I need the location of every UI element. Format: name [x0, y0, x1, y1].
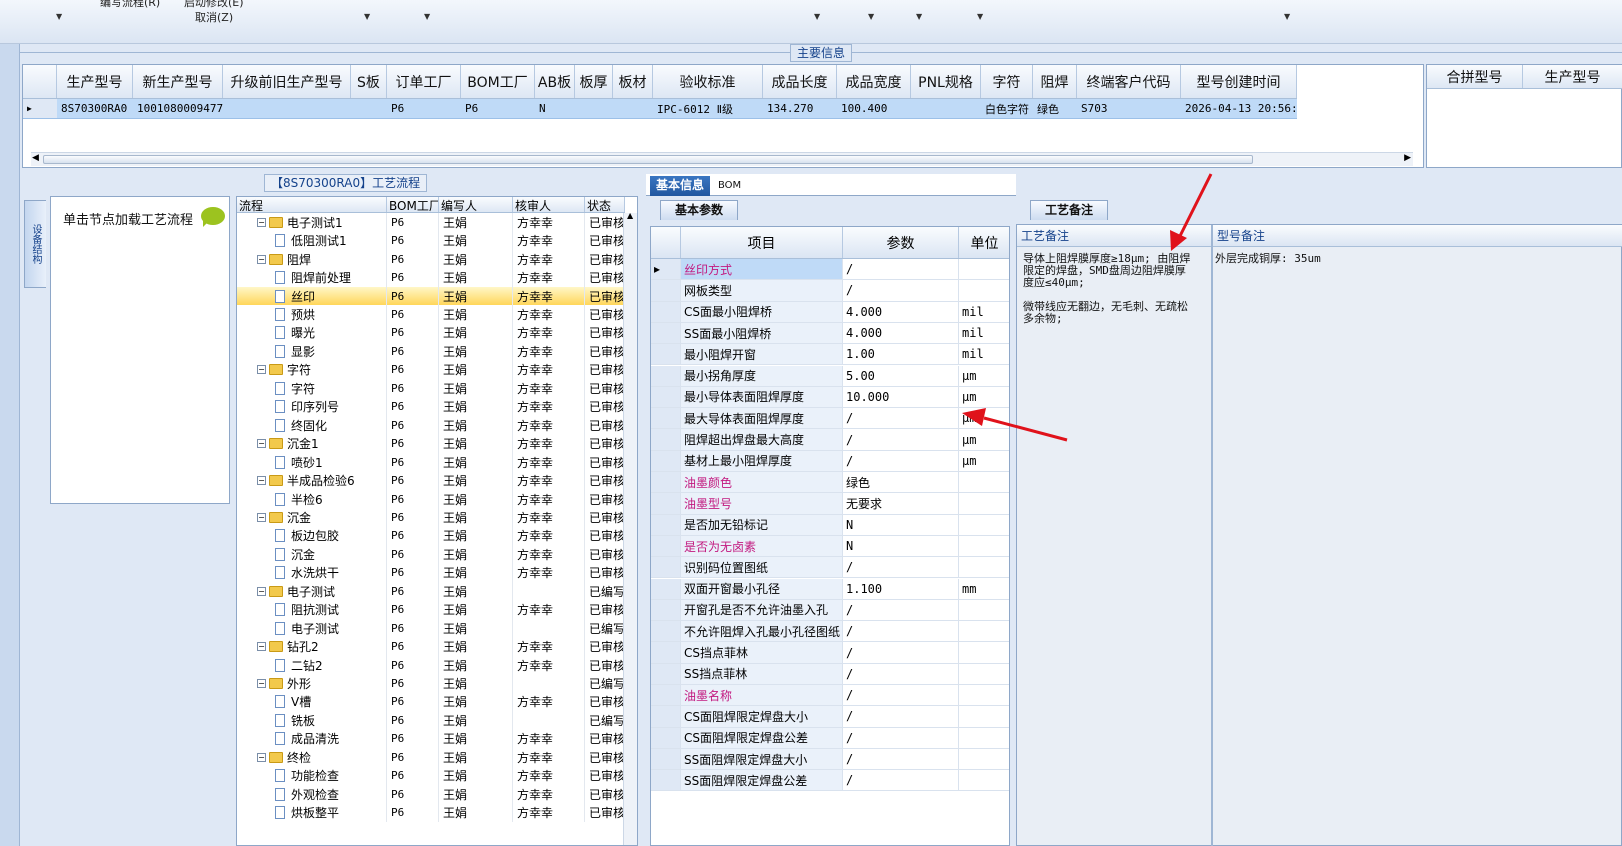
arrow-line — [1178, 173, 1213, 237]
annotation-arrows — [962, 173, 1213, 442]
arrow-line — [983, 416, 1068, 442]
arrow-head-icon — [1170, 230, 1187, 251]
arrow-head-icon — [962, 408, 986, 426]
